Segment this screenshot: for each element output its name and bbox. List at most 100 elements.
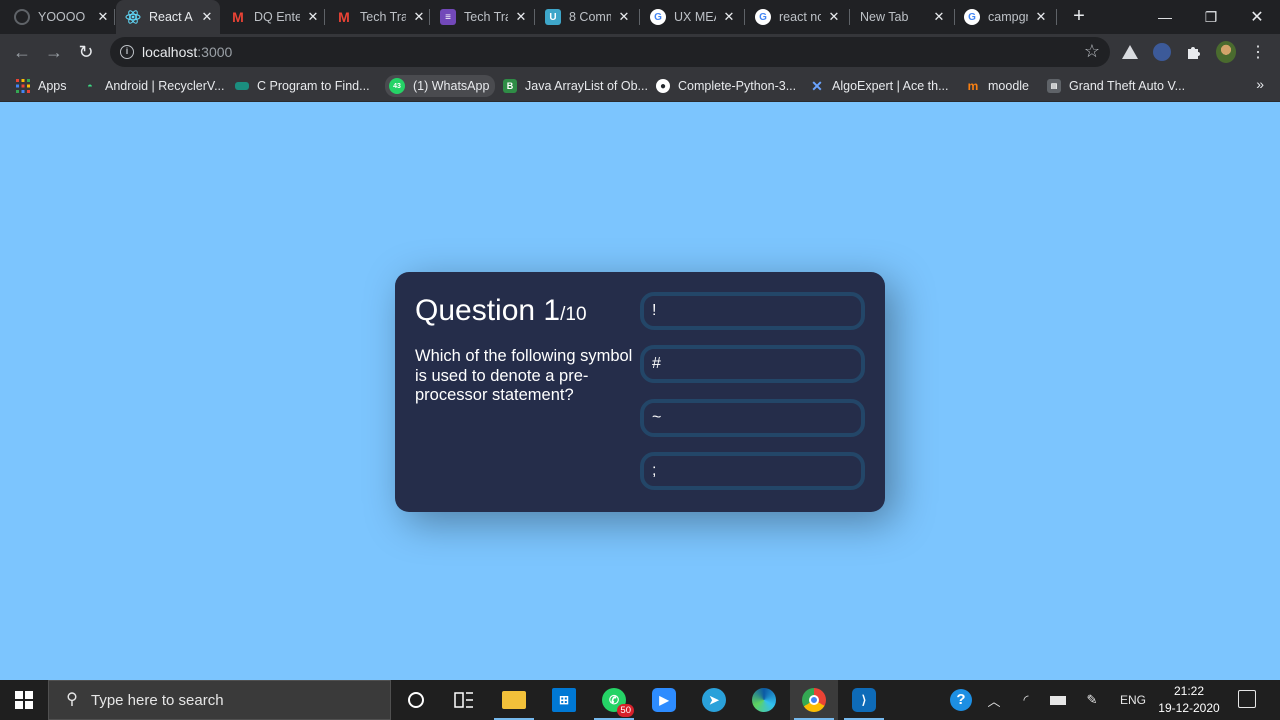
help-icon[interactable]: ? [946,680,976,720]
url-host: localhost [142,44,198,60]
minimize-icon[interactable]: — [1142,0,1188,34]
url-text[interactable]: localhost:3000 [142,44,232,60]
question-heading: Question 1/10 [415,294,587,328]
zoom-icon[interactable]: ▶ [640,680,688,720]
answer-option-3[interactable]: ~ [640,399,865,437]
site-info-icon[interactable]: i [120,45,134,59]
close-icon[interactable]: ✕ [412,9,426,25]
bookmark-apps[interactable]: Apps [16,77,67,95]
bookmark-label: Apps [38,79,67,93]
tab-campgr[interactable]: G campgr ✕ [964,0,1048,34]
loading-icon [14,9,30,25]
bookmark-label: (1) WhatsApp [413,79,490,93]
taskbar-search-box[interactable]: ⚲ Type here to search [48,680,391,720]
chrome-icon[interactable] [790,680,838,720]
show-hidden-icons-chevron-icon[interactable]: ︿ [982,680,1006,720]
whatsapp-taskbar-icon[interactable]: ✆ 50 [590,680,638,720]
search-placeholder: Type here to search [91,691,224,709]
window-close-icon[interactable]: ✕ [1234,0,1280,34]
tab-title: UX MEA [674,10,716,24]
tab-dq-ente[interactable]: M DQ Ente ✕ [230,0,320,34]
tab-yoooo[interactable]: YOOOO ✕ [14,0,110,34]
vscode-icon[interactable]: ⟩ [840,680,888,720]
bookmarks-bar: Apps ◓ Android | RecyclerV... C Program … [0,70,1280,102]
tab-react-app[interactable]: React A ✕ [116,0,220,34]
close-icon[interactable]: ✕ [306,9,320,25]
bookmark-label: Grand Theft Auto V... [1069,79,1186,93]
moodle-icon: m [967,79,979,93]
close-icon[interactable]: ✕ [827,9,841,25]
tab-ux-mea[interactable]: G UX MEA ✕ [650,0,736,34]
close-icon[interactable]: ✕ [96,9,110,25]
bookmark-java-arraylist[interactable]: B Java ArrayList of Ob... [503,77,648,95]
whatsapp-icon: 43 [389,78,405,94]
bookmark-android-recyclerview[interactable]: ◓ Android | RecyclerV... [83,77,224,95]
u-icon: U [545,9,561,25]
close-icon[interactable]: ✕ [514,9,528,25]
cortana-icon[interactable] [392,680,440,720]
github-icon: ● [656,79,670,93]
tab-separator [639,9,640,25]
tab-title: Tech Tra [464,10,508,24]
whatsapp-unread-badge: 50 [617,704,634,717]
site-icon [235,82,249,90]
windows-start-icon[interactable] [0,680,48,720]
extensions-puzzle-icon[interactable] [1184,42,1204,62]
close-icon[interactable]: ✕ [722,9,736,25]
bookmark-label: AlgoExpert | Ace th... [832,79,949,93]
close-icon[interactable]: ✕ [932,9,946,25]
answer-option-2[interactable]: # [640,345,865,383]
menu-kebab-icon[interactable]: ⋮ [1248,42,1268,62]
bookmark-label: Complete-Python-3... [678,79,797,93]
answer-option-1[interactable]: ! [640,292,865,330]
close-icon[interactable]: ✕ [1034,9,1048,25]
gmail-icon: M [232,9,244,25]
clock-date: 19-12-2020 [1158,701,1220,715]
input-language[interactable]: ENG [1116,680,1150,720]
restore-icon[interactable]: ❐ [1188,0,1234,34]
bookmark-moodle[interactable]: m moodle [966,77,1029,95]
bookmark-algoexpert[interactable]: ✕ AlgoExpert | Ace th... [810,77,949,95]
drive-extension-icon[interactable] [1120,42,1140,62]
tab-react-nc[interactable]: G react nc ✕ [755,0,841,34]
reload-icon[interactable]: ↻ [74,40,98,64]
profile-avatar[interactable] [1216,41,1236,63]
react-icon [125,9,141,25]
tab-separator [429,9,430,25]
clock[interactable]: 21:22 19-12-2020 [1150,683,1228,717]
task-view-icon[interactable] [440,680,488,720]
bookmark-star-icon[interactable]: ☆ [1084,41,1100,62]
bookmark-gta[interactable]: ▤ Grand Theft Auto V... [1047,77,1185,95]
battery-icon[interactable] [1046,680,1070,720]
bookmark-c-program[interactable]: C Program to Find... [235,77,370,95]
bookmark-complete-python[interactable]: ● Complete-Python-3... [656,77,796,95]
tab-separator [744,9,745,25]
answer-option-4[interactable]: ; [640,452,865,490]
tab-title: DQ Ente [254,10,300,24]
cursor-extension-icon[interactable] [1152,42,1172,62]
bookmark-whatsapp[interactable]: 43 (1) WhatsApp [385,75,496,97]
notifications-icon[interactable] [1238,690,1256,708]
close-icon[interactable]: ✕ [200,9,214,25]
tab-title: Tech Tra [360,10,406,24]
tab-tech-tra-mail[interactable]: M Tech Tra ✕ [336,0,426,34]
bookmark-label: moodle [988,79,1029,93]
gta-icon: ▤ [1047,79,1061,93]
address-bar[interactable]: i localhost:3000 ☆ [110,37,1110,67]
file-explorer-icon[interactable] [490,680,538,720]
new-tab-plus-icon[interactable]: + [1068,5,1090,27]
pen-icon[interactable]: ✎ [1080,680,1104,720]
telegram-icon[interactable]: ➤ [690,680,738,720]
tab-new-tab[interactable]: New Tab ✕ [860,0,946,34]
network-icon[interactable]: ◜ [1014,680,1038,720]
question-number: Question 1 [415,294,561,327]
close-icon[interactable]: ✕ [617,9,631,25]
edge-icon[interactable] [740,680,788,720]
forward-arrow-icon[interactable]: → [42,40,66,64]
google-icon: G [964,9,980,25]
bookmarks-overflow-chevron-icon[interactable]: » [1256,76,1264,92]
microsoft-store-icon[interactable]: ⊞ [540,680,588,720]
tab-8-comm[interactable]: U 8 Comm ✕ [545,0,631,34]
tab-tech-tra-forms[interactable]: ≡ Tech Tra ✕ [440,0,528,34]
back-arrow-icon[interactable]: ← [10,40,34,64]
